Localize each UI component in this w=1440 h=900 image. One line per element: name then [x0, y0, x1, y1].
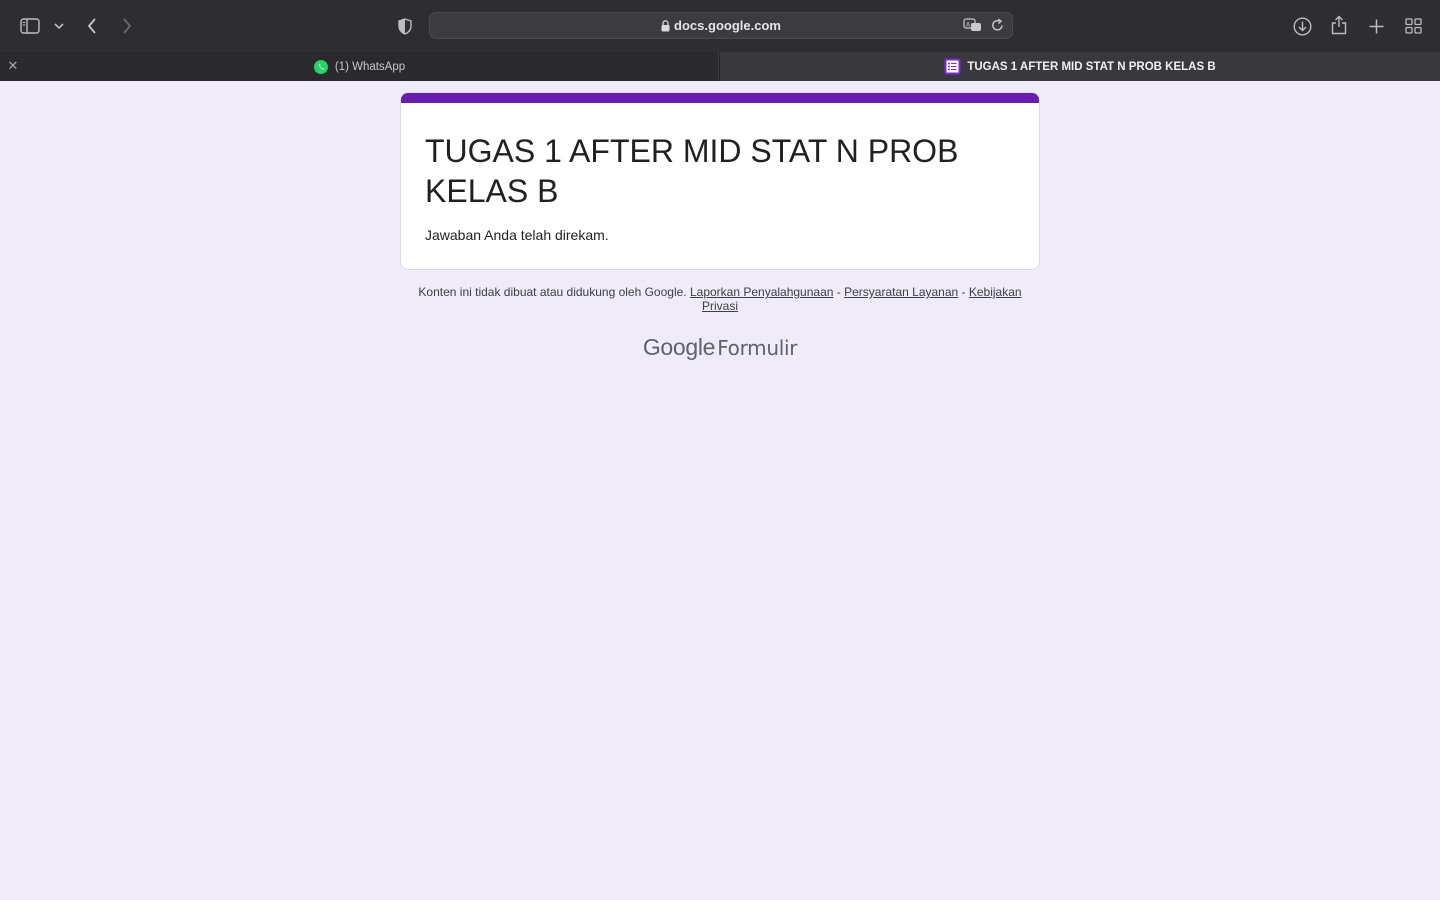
confirmation-message: Jawaban Anda telah direkam. — [425, 227, 609, 243]
privacy-shield-icon[interactable] — [396, 16, 414, 36]
address-text: docs.google.com — [674, 18, 781, 33]
tab-whatsapp[interactable]: ✕ (1) WhatsApp — [0, 52, 719, 81]
share-icon[interactable] — [1327, 13, 1351, 37]
separator: - — [833, 285, 845, 299]
logo-product: Formulir — [717, 336, 798, 360]
logo-google: Google — [642, 334, 716, 360]
chevron-down-icon[interactable] — [52, 18, 66, 34]
form-confirmation-card: TUGAS 1 AFTER MID STAT N PROB KELAS B Ja… — [400, 92, 1040, 270]
terms-link[interactable]: Persyaratan Layanan — [844, 285, 958, 299]
sidebar-toggle-icon[interactable] — [18, 14, 42, 38]
lock-icon — [661, 19, 670, 32]
tab-overview-icon[interactable] — [1401, 14, 1425, 38]
tab-label: (1) WhatsApp — [334, 60, 406, 73]
separator: - — [958, 285, 969, 299]
tab-bar: ✕ (1) WhatsApp TUGAS 1 AFTER MID STAT N … — [0, 52, 1440, 81]
new-tab-icon[interactable] — [1364, 14, 1388, 38]
address-bar[interactable]: docs.google.com A — [429, 12, 1013, 39]
disclaimer-text: Konten ini tidak dibuat atau didukung ol… — [418, 285, 687, 299]
downloads-icon[interactable] — [1290, 14, 1314, 38]
browser-toolbar: docs.google.com A — [0, 0, 1440, 52]
tab-google-form[interactable]: TUGAS 1 AFTER MID STAT N PROB KELAS B — [720, 52, 1440, 81]
report-abuse-link[interactable]: Laporkan Penyalahgunaan — [690, 285, 833, 299]
form-accent-bar — [401, 93, 1039, 103]
close-icon[interactable]: ✕ — [6, 58, 20, 73]
whatsapp-icon — [313, 59, 329, 75]
reload-icon[interactable] — [991, 18, 1004, 37]
tab-label: TUGAS 1 AFTER MID STAT N PROB KELAS B — [967, 60, 1216, 73]
form-footer: Konten ini tidak dibuat atau didukung ol… — [400, 285, 1040, 313]
google-forms-logo[interactable]: Google Formulir — [640, 334, 800, 361]
forward-icon[interactable] — [117, 14, 137, 38]
google-forms-icon — [944, 58, 961, 75]
form-title: TUGAS 1 AFTER MID STAT N PROB KELAS B — [425, 133, 959, 209]
translate-icon[interactable]: A — [963, 17, 983, 38]
back-icon[interactable] — [82, 14, 102, 38]
